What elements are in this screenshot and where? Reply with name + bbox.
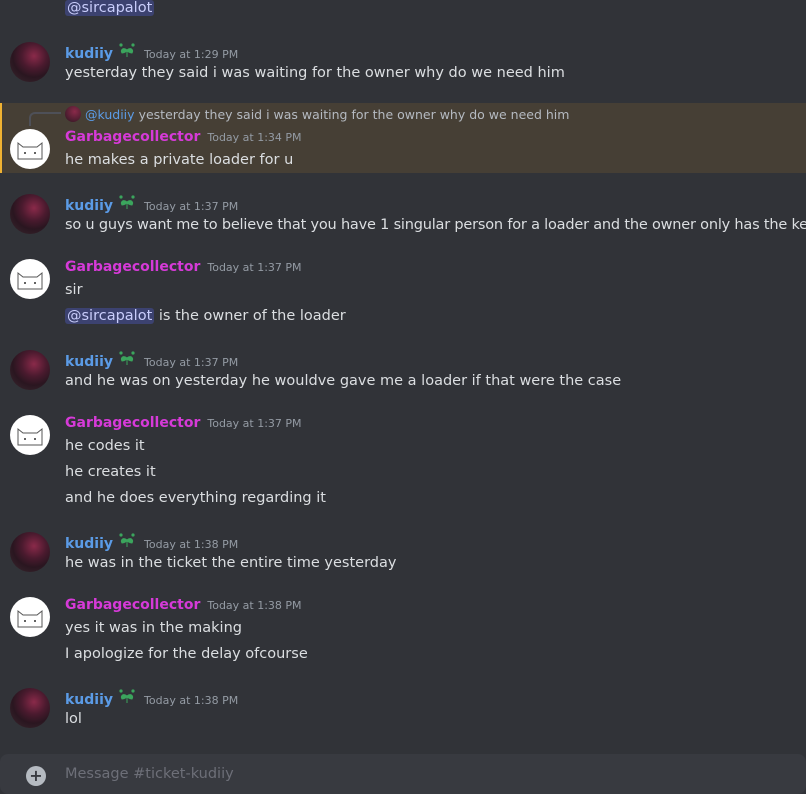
message-text: he creates it [65,464,156,480]
mention-sircapalot[interactable]: @sircapalot [65,0,155,16]
username-garbagecollector[interactable]: Garbagecollector [65,415,200,431]
leaf-badge-icon [119,533,135,547]
timestamp: Today at 1:37 PM [144,356,239,369]
message-text: and he does everything regarding it [65,490,326,506]
cat-icon [17,141,43,160]
username-kudiiy[interactable]: kudiiy [65,536,113,552]
avatar-kudiiy[interactable] [10,532,50,572]
avatar-garbagecollector[interactable] [10,129,50,169]
message-text: yesterday they said i was waiting for th… [65,65,565,81]
message-text: yes it was in the making [65,620,242,636]
avatar-kudiiy[interactable] [10,42,50,82]
message-header: kudiiy Today at 1:38 PM [65,688,238,708]
message-text: @sircapalot is the owner of the loader [65,306,346,326]
message-input-placeholder[interactable]: Message #ticket-kudiiy [65,766,234,782]
mention-sircapalot[interactable]: @sircapalot [65,308,155,324]
cat-icon [17,609,43,628]
avatar-garbagecollector[interactable] [10,597,50,637]
username-kudiiy[interactable]: kudiiy [65,354,113,370]
mention-highlight-bar [0,103,2,173]
leaf-badge-icon [119,195,135,209]
timestamp: Today at 1:29 PM [144,48,239,61]
reply-username[interactable]: @kudiiy [85,107,135,122]
message-text: he makes a private loader for u [65,152,294,168]
reply-text: yesterday they said i was waiting for th… [138,106,570,122]
message-header: Garbagecollector Today at 1:37 PM [65,415,302,435]
message-text: I apologize for the delay ofcourse [65,646,308,662]
reply-avatar [65,106,81,122]
username-kudiiy[interactable]: kudiiy [65,692,113,708]
message-header: Garbagecollector Today at 1:34 PM [65,129,302,149]
message-header: kudiiy Today at 1:29 PM [65,42,238,62]
username-kudiiy[interactable]: kudiiy [65,198,113,214]
timestamp: Today at 1:37 PM [207,261,302,274]
timestamp: Today at 1:38 PM [144,694,239,707]
message-text: so u guys want me to believe that you ha… [65,217,806,233]
avatar-kudiiy[interactable] [10,688,50,728]
message-header: kudiiy Today at 1:37 PM [65,194,238,214]
reply-connector [29,112,61,126]
message-header: kudiiy Today at 1:37 PM [65,350,238,370]
username-garbagecollector[interactable]: Garbagecollector [65,597,200,613]
timestamp: Today at 1:37 PM [207,417,302,430]
message-text: lol [65,711,82,727]
timestamp: Today at 1:38 PM [207,599,302,612]
message-header: kudiiy Today at 1:38 PM [65,532,238,552]
avatar-kudiiy[interactable] [10,194,50,234]
leaf-badge-icon [119,351,135,365]
message-header: Garbagecollector Today at 1:37 PM [65,259,302,279]
message-header: Garbagecollector Today at 1:38 PM [65,597,302,617]
avatar-garbagecollector[interactable] [10,415,50,455]
username-garbagecollector[interactable]: Garbagecollector [65,259,200,275]
timestamp: Today at 1:34 PM [207,131,302,144]
add-attachment-icon[interactable]: + [26,766,46,786]
username-garbagecollector[interactable]: Garbagecollector [65,129,200,145]
leaf-badge-icon [119,689,135,703]
reply-preview[interactable]: @kudiiy yesterday they said i was waitin… [65,106,569,122]
cat-icon [17,427,43,446]
leaf-badge-icon [119,43,135,57]
avatar-kudiiy[interactable] [10,350,50,390]
top-mention-line: @sircapalot [65,0,155,18]
mention-suffix: is the owner of the loader [154,308,346,324]
message-text: he was in the ticket the entire time yes… [65,555,397,571]
message-text: he codes it [65,438,145,454]
username-kudiiy[interactable]: kudiiy [65,46,113,62]
message-text: sir [65,282,83,298]
avatar-garbagecollector[interactable] [10,259,50,299]
timestamp: Today at 1:38 PM [144,538,239,551]
cat-icon [17,271,43,290]
message-text: and he was on yesterday he wouldve gave … [65,373,622,389]
timestamp: Today at 1:37 PM [144,200,239,213]
